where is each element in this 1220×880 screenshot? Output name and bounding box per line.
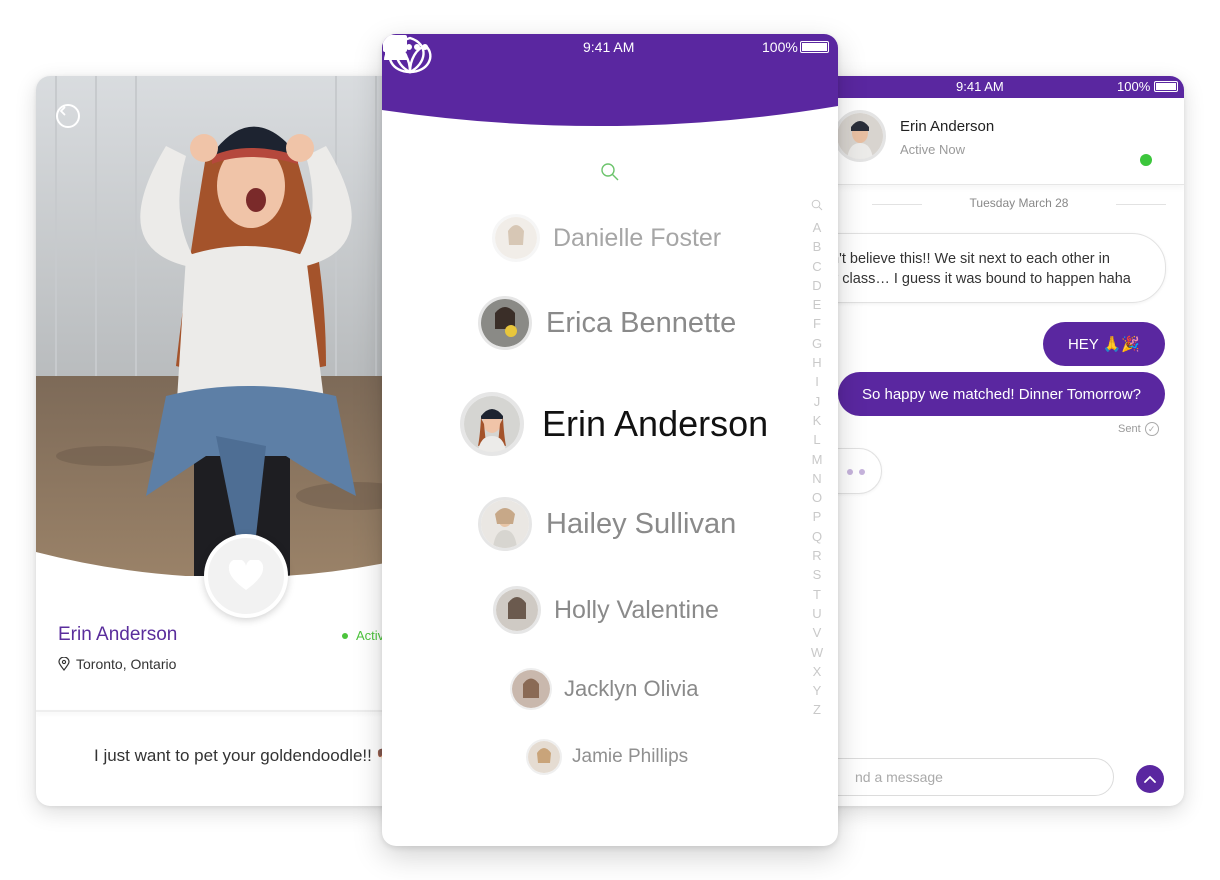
battery-icon (1154, 81, 1178, 92)
alphabet-search-icon[interactable] (811, 198, 823, 216)
outgoing-message: So happy we matched! Dinner Tomorrow? (838, 372, 1165, 416)
alphabet-letter[interactable]: C (810, 257, 824, 276)
avatar (478, 296, 532, 350)
battery-percent: 100% (1117, 79, 1151, 94)
avatar (460, 392, 524, 456)
battery-icon (800, 41, 829, 53)
heart-icon (228, 560, 264, 590)
alphabet-letter[interactable]: Z (810, 700, 824, 719)
alphabet-letter[interactable]: Q (810, 527, 824, 546)
alphabet-letter[interactable]: T (810, 585, 824, 604)
status-time: 9:41 AM (583, 39, 635, 55)
alphabet-letter[interactable]: V (810, 623, 824, 642)
contact-item[interactable]: Jamie Phillips (526, 739, 688, 775)
message-input[interactable]: nd a message (796, 758, 1114, 796)
avatar (478, 497, 532, 551)
avatar (492, 214, 540, 262)
chevron-left-icon (59, 106, 66, 116)
location-text: Toronto, Ontario (76, 656, 177, 672)
contact-item[interactable]: Jacklyn Olivia (510, 668, 698, 710)
battery-percent: 100% (762, 39, 798, 55)
avatar (493, 586, 541, 634)
alphabet-letter[interactable]: F (810, 314, 824, 333)
incoming-message: n't believe this!! We sit next to each o… (796, 233, 1166, 303)
send-button[interactable] (1136, 765, 1164, 793)
alphabet-letter[interactable]: G (810, 334, 824, 353)
alphabet-letter[interactable]: P (810, 507, 824, 526)
alphabet-letter[interactable]: R (810, 546, 824, 565)
contact-item[interactable]: Danielle Foster (492, 214, 721, 262)
alphabet-letter[interactable]: D (810, 276, 824, 295)
alphabet-letter[interactable]: I (810, 372, 824, 391)
contact-item[interactable]: Holly Valentine (493, 586, 719, 634)
contacts-screen: 9:41 AM 100% Danielle Foster Erica Benne… (382, 34, 838, 846)
online-indicator (1140, 154, 1152, 166)
sent-status: Sent ✓ (1118, 422, 1159, 436)
incoming-message-text: n't believe this!! We sit next to each o… (831, 251, 1131, 287)
alphabet-letter[interactable]: J (810, 392, 824, 411)
contact-name: Jamie Phillips (572, 746, 689, 767)
avatar[interactable] (834, 110, 886, 162)
search-icon[interactable] (600, 162, 620, 182)
contact-name: Holly Valentine (554, 595, 719, 624)
alphabet-letter[interactable]: E (810, 295, 824, 314)
outgoing-message: HEY 🙏🎉 (1043, 322, 1165, 366)
check-icon: ✓ (1144, 422, 1159, 436)
contact-item[interactable]: Hailey Sullivan (478, 497, 736, 551)
chat-contact-name: Erin Anderson (900, 118, 995, 135)
alphabet-letter[interactable]: N (810, 469, 824, 488)
alphabet-letter[interactable]: S (810, 565, 824, 584)
avatar (510, 668, 552, 710)
contact-name: Hailey Sullivan (546, 507, 737, 540)
avatar (526, 739, 562, 775)
alphabet-letter[interactable]: M (810, 450, 824, 469)
alphabet-letter[interactable]: O (810, 488, 824, 507)
contact-name: Erin Anderson (542, 403, 769, 444)
contact-name: Danielle Foster (553, 223, 722, 252)
alphabet-letter[interactable]: H (810, 353, 824, 372)
contact-item[interactable]: Erica Bennette (478, 296, 736, 350)
alphabet-letter[interactable]: U (810, 604, 824, 623)
contact-name: Erica Bennette (546, 306, 737, 339)
chat-icon[interactable] (382, 34, 408, 58)
alphabet-index[interactable]: ABCDEFGHIJKLMNOPQRSTUVWXYZ (810, 218, 824, 720)
alphabet-letter[interactable]: K (810, 411, 824, 430)
profile-location: Toronto, Ontario (58, 656, 176, 672)
alphabet-letter[interactable]: L (810, 430, 824, 449)
back-button[interactable] (56, 104, 80, 128)
sent-label: Sent (1118, 423, 1141, 435)
contact-name: Jacklyn Olivia (564, 676, 699, 701)
app-header: 9:41 AM 100% (382, 34, 838, 134)
location-pin-icon (58, 657, 70, 671)
profile-message: I just want to pet your goldendoodle!! 🐶 (94, 746, 398, 765)
chat-contact-status: Active Now (900, 142, 966, 157)
alphabet-letter[interactable]: Y (810, 681, 824, 700)
status-dot (342, 632, 348, 639)
message-input-placeholder: nd a message (855, 769, 943, 785)
alphabet-letter[interactable]: A (810, 218, 824, 237)
status-time: 9:41 AM (956, 79, 1004, 94)
alphabet-letter[interactable]: B (810, 237, 824, 256)
chevron-up-icon (1144, 775, 1156, 783)
contact-item[interactable]: Erin Anderson (460, 392, 768, 456)
alphabet-letter[interactable]: W (810, 643, 824, 662)
alphabet-letter[interactable]: X (810, 662, 824, 681)
like-button[interactable] (204, 534, 288, 618)
date-separator: Tuesday March 28 (872, 196, 1166, 210)
profile-name: Erin Anderson (58, 624, 178, 645)
